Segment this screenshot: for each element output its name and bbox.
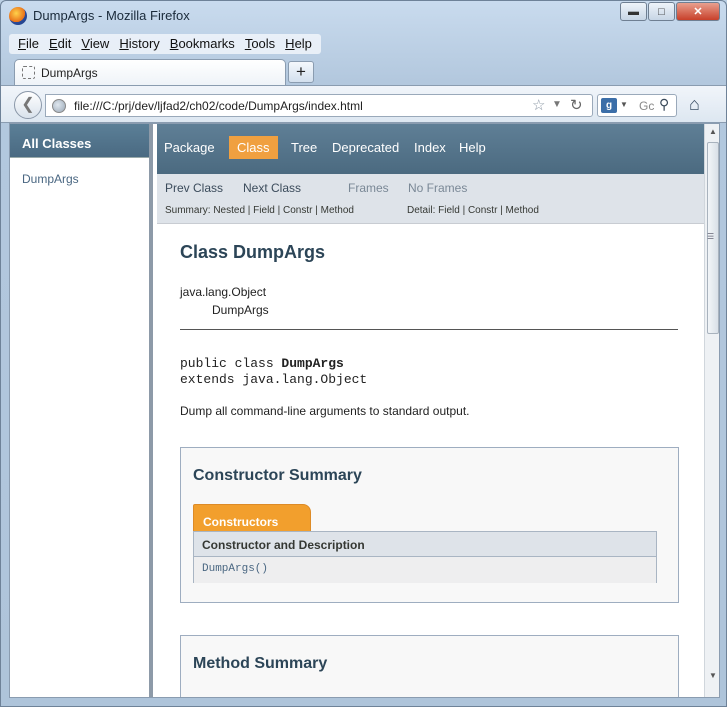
constructors-tab: Constructors <box>193 504 311 533</box>
menu-edit[interactable]: Edit <box>44 34 76 54</box>
window-controls: ▬ □ ✕ <box>619 2 720 21</box>
class-body: Class DumpArgs java.lang.Object DumpArgs… <box>157 224 704 603</box>
browser-window: DumpArgs - Mozilla Firefox ▬ □ ✕ File Ed… <box>0 0 727 707</box>
menu-help[interactable]: Help <box>280 34 317 54</box>
inheritance-parent: java.lang.Object <box>180 285 267 299</box>
google-icon[interactable]: g <box>601 98 617 113</box>
constructor-table-header: Constructor and Description <box>194 532 656 557</box>
method-summary-title: Method Summary <box>193 655 328 672</box>
class-doc-frame: Package Class Tree Deprecated Index Help… <box>157 124 704 697</box>
decl-extends: extends java.lang.Object <box>180 372 368 387</box>
minimize-icon: ▬ <box>628 5 639 18</box>
menu-view[interactable]: View <box>76 34 114 54</box>
menu-file[interactable]: File <box>13 34 44 54</box>
bookmark-star-icon[interactable]: ☆ <box>532 96 545 114</box>
next-class-link[interactable]: Next Class <box>243 181 301 195</box>
globe-icon <box>52 99 66 113</box>
menu-bar: File Edit View History Bookmarks Tools H… <box>9 34 321 54</box>
inheritance-child: DumpArgs <box>212 303 269 317</box>
constructor-summary: Constructor Summary Constructors Constru… <box>180 447 679 603</box>
summary-links[interactable]: Summary: Nested | Field | Constr | Metho… <box>165 205 354 216</box>
search-text: Gc <box>639 99 655 113</box>
maximize-icon: □ <box>658 5 665 18</box>
all-classes-heading: All Classes <box>10 124 149 158</box>
class-declaration: public class DumpArgs extends java.lang.… <box>180 356 704 388</box>
url-text: file:///C:/prj/dev/ljfad2/ch02/code/Dump… <box>74 99 363 113</box>
maximize-button[interactable]: □ <box>648 2 675 21</box>
firefox-logo-icon <box>9 7 27 25</box>
menu-bookmarks[interactable]: Bookmarks <box>165 34 240 54</box>
class-title: Class DumpArgs <box>180 242 326 262</box>
decl-class-name: DumpArgs <box>281 356 344 371</box>
constructor-summary-title: Constructor Summary <box>193 467 362 484</box>
scroll-down-icon[interactable]: ▼ <box>709 671 717 680</box>
page-content: All Classes DumpArgs Package Class Tree … <box>9 123 720 698</box>
nav-deprecated[interactable]: Deprecated <box>332 140 399 155</box>
navigation-bar: ❮ file:///C:/prj/dev/ljfad2/ch02/code/Du… <box>1 85 726 123</box>
search-engine-dropdown-icon[interactable]: ▼ <box>620 100 628 109</box>
close-icon: ✕ <box>693 6 703 18</box>
search-box[interactable]: g ▼ Gc ⚲ <box>597 94 677 117</box>
constructor-table: Constructor and Description DumpArgs() <box>193 531 657 583</box>
scroll-grip-icon: ☰ <box>707 232 715 241</box>
class-list-frame: All Classes DumpArgs <box>10 124 153 697</box>
prev-class-link[interactable]: Prev Class <box>165 181 223 195</box>
menu-history[interactable]: History <box>114 34 164 54</box>
divider <box>180 329 678 330</box>
title-bar: DumpArgs - Mozilla Firefox ▬ □ ✕ <box>1 1 726 33</box>
detail-links[interactable]: Detail: Field | Constr | Method <box>407 205 539 216</box>
search-icon[interactable]: ⚲ <box>659 96 669 113</box>
menu-tools[interactable]: Tools <box>240 34 280 54</box>
class-link-dumpargs[interactable]: DumpArgs <box>10 158 149 186</box>
url-bar[interactable]: file:///C:/prj/dev/ljfad2/ch02/code/Dump… <box>45 94 593 117</box>
reload-icon[interactable]: ↻ <box>570 96 583 114</box>
minimize-button[interactable]: ▬ <box>620 2 647 21</box>
no-frames-link[interactable]: No Frames <box>408 181 467 195</box>
window-title: DumpArgs - Mozilla Firefox <box>33 8 190 23</box>
decl-prefix: public class <box>180 356 282 371</box>
tab-strip: DumpArgs + <box>1 57 726 86</box>
tab-dumpargs[interactable]: DumpArgs <box>14 59 286 86</box>
vertical-scrollbar[interactable]: ▲ ☰ ▼ <box>704 124 719 697</box>
scroll-up-icon[interactable]: ▲ <box>709 127 717 136</box>
constructor-link-dumpargs[interactable]: DumpArgs() <box>194 557 656 583</box>
close-button[interactable]: ✕ <box>676 2 720 21</box>
tab-label: DumpArgs <box>41 66 98 80</box>
nav-tree[interactable]: Tree <box>291 140 317 155</box>
nav-class: Class <box>229 136 278 159</box>
sub-nav: Prev Class Next Class Frames No Frames S… <box>157 174 704 224</box>
nav-index[interactable]: Index <box>414 140 446 155</box>
nav-package[interactable]: Package <box>164 140 215 155</box>
method-summary: Method Summary <box>180 635 679 697</box>
new-tab-button[interactable]: + <box>288 61 314 83</box>
back-button[interactable]: ❮ <box>14 91 42 119</box>
nav-help[interactable]: Help <box>459 140 486 155</box>
back-arrow-icon: ❮ <box>21 96 35 113</box>
page-favicon-icon <box>22 66 35 79</box>
class-description: Dump all command-line arguments to stand… <box>180 404 470 418</box>
frames-link[interactable]: Frames <box>348 181 389 195</box>
home-icon[interactable]: ⌂ <box>689 94 700 115</box>
url-dropdown-icon[interactable]: ▼ <box>552 99 562 110</box>
top-nav: Package Class Tree Deprecated Index Help <box>157 124 704 174</box>
